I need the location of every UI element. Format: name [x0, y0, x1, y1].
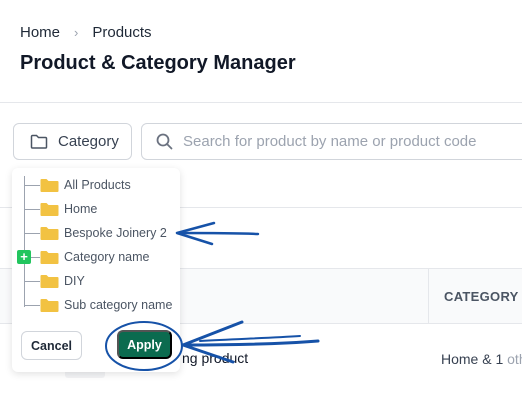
folder-icon: [40, 202, 59, 216]
page-title: Product & Category Manager: [20, 52, 296, 74]
annotation-arrow-apply-stroke2: [199, 335, 301, 342]
search-input[interactable]: Search for product by name or product co…: [141, 123, 522, 160]
cancel-button[interactable]: Cancel: [21, 331, 82, 360]
expand-plus-icon[interactable]: +: [17, 250, 31, 264]
tree-item-category-name[interactable]: Category name: [24, 247, 149, 267]
folder-icon: [40, 178, 59, 192]
folder-icon: [40, 274, 59, 288]
product-name[interactable]: ng product: [182, 350, 248, 366]
tree-item-bespoke-joinery[interactable]: Bespoke Joinery 2: [24, 223, 167, 243]
breadcrumb-current[interactable]: Products: [92, 24, 151, 41]
annotation-arrow-apply: [183, 339, 320, 347]
search-placeholder: Search for product by name or product co…: [183, 133, 477, 150]
breadcrumb: Home › Products: [20, 24, 152, 41]
chevron-right-icon: ›: [74, 25, 79, 40]
folder-icon: [30, 134, 48, 149]
tree-item-all-products[interactable]: All Products: [24, 175, 131, 195]
category-filter-button[interactable]: Category: [13, 123, 132, 160]
tree-item-home[interactable]: Home: [24, 199, 97, 219]
annotation-arrow-bespoke: [176, 231, 260, 236]
annotation-arrowhead-bespoke: [175, 221, 216, 246]
column-header-category[interactable]: CATEGORY: [444, 289, 519, 304]
tree-item-sub-category-name[interactable]: Sub category name: [24, 295, 172, 315]
search-icon: [156, 133, 173, 150]
breadcrumb-home[interactable]: Home: [20, 24, 60, 41]
product-category: Home & 1 oth: [441, 351, 522, 367]
apply-button[interactable]: Apply: [117, 330, 172, 359]
folder-icon: [40, 226, 59, 240]
folder-icon: [40, 250, 59, 264]
folder-icon: [40, 298, 59, 312]
tree-item-diy[interactable]: DIY: [24, 271, 85, 291]
header-divider: [0, 102, 522, 103]
column-divider: [428, 268, 429, 324]
category-filter-label: Category: [58, 133, 119, 150]
